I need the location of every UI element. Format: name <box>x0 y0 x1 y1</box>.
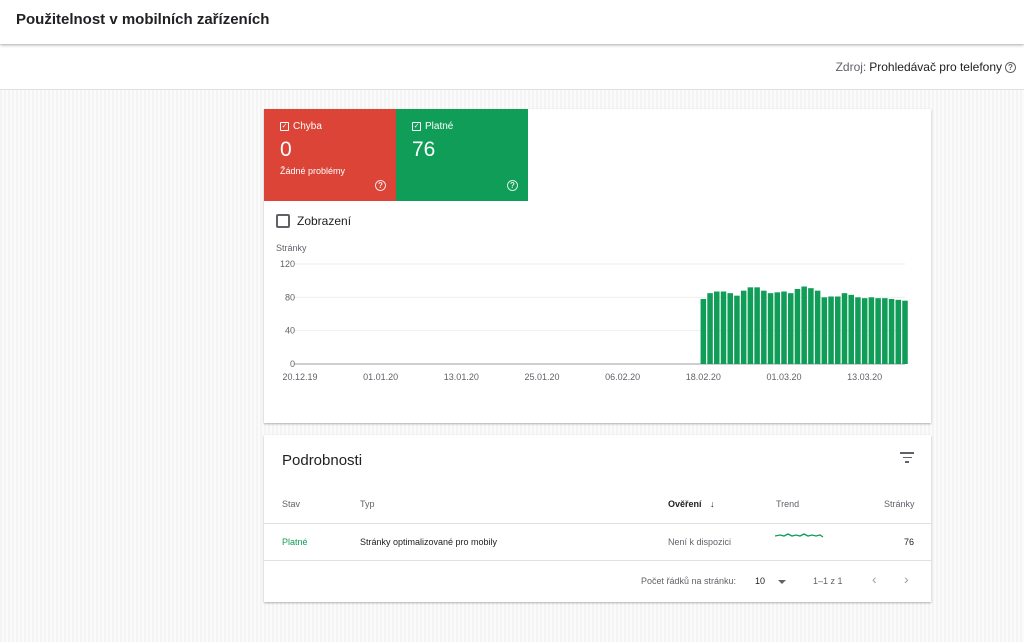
y-tick-label: 0 <box>290 359 295 369</box>
row-validation: Není k dispozici <box>668 537 732 547</box>
summary-card: ✓ Chyba 0 Žádné problémy ? ✓ Platné 76 ? Z… <box>264 109 931 423</box>
x-tick-label: 20.12.19 <box>282 372 317 382</box>
chart-bar <box>808 288 814 364</box>
details-title: Podrobnosti <box>282 452 363 469</box>
valid-label: Platné <box>425 121 454 132</box>
chart-bar <box>875 298 881 364</box>
valid-count: 76 <box>412 138 436 161</box>
chart-bar <box>841 293 848 364</box>
y-tick-label: 80 <box>285 292 295 302</box>
validation-header-label: Ověření <box>668 499 702 509</box>
chevron-right-icon[interactable]: › <box>904 571 909 587</box>
chart-bar <box>835 296 841 364</box>
page-title: Použitelnost v mobilních zařízeních <box>16 11 270 28</box>
divider <box>264 523 931 524</box>
source-label: Zdroj: <box>835 60 867 74</box>
chart-bar <box>814 290 821 364</box>
arrow-down-icon: ↓ <box>710 499 715 509</box>
impressions-label: Zobrazení <box>297 214 352 228</box>
chart-bar <box>855 297 861 364</box>
column-header-validation[interactable]: Ověření ↓ <box>668 499 715 509</box>
rows-per-page-value: 10 <box>755 576 766 586</box>
source-bar: Zdroj: Prohledávač pro telefony ? <box>0 44 1024 90</box>
impressions-toggle[interactable]: Zobrazení <box>276 214 351 228</box>
chart-bar <box>787 293 794 364</box>
error-count: 0 <box>280 138 292 161</box>
y-tick-label: 40 <box>285 326 295 336</box>
chart-bar <box>801 286 807 364</box>
chart-bar <box>707 293 713 364</box>
dropdown-caret-icon <box>777 579 786 584</box>
chart-bar <box>821 297 828 364</box>
pagination-range: 1–1 z 1 <box>813 576 843 586</box>
x-tick-label: 18.02.20 <box>686 372 721 382</box>
chart-bar <box>774 292 781 364</box>
filter-icon[interactable] <box>900 452 914 466</box>
valid-tile[interactable]: ✓ Platné 76 ? <box>396 109 528 201</box>
error-label: Chyba <box>293 121 322 132</box>
chevron-left-icon[interactable]: ‹ <box>872 571 877 587</box>
row-type: Stránky optimalizované pro mobily <box>360 537 498 547</box>
chart-bar <box>902 300 908 364</box>
column-header-trend[interactable]: Trend <box>776 499 799 509</box>
error-subtitle: Žádné problémy <box>280 166 346 176</box>
details-card: Podrobnosti Stav Typ Ověření ↓ Trend Str… <box>264 435 931 602</box>
checkbox-checked-icon: ✓ <box>412 122 421 131</box>
column-header-pages[interactable]: Stránky <box>884 499 915 509</box>
help-icon[interactable]: ? <box>1005 61 1016 73</box>
checkbox-checked-icon: ✓ <box>280 122 289 131</box>
chart-bar <box>861 298 868 364</box>
chart-bar <box>848 294 854 364</box>
chart-bar <box>740 290 747 364</box>
x-tick-label: 01.03.20 <box>766 372 801 382</box>
chart-bar <box>714 291 720 364</box>
chart-bar <box>761 290 767 364</box>
y-axis-label: Stránky <box>276 243 307 253</box>
row-pages: 76 <box>903 537 914 547</box>
x-tick-label: 13.01.20 <box>444 372 479 382</box>
chart-bar <box>747 287 754 364</box>
pages-chart: Stránky 0 40 80 120 20.12.19 01.01.20 13.01.20 2… <box>276 243 908 382</box>
help-icon[interactable]: ? <box>507 180 518 191</box>
column-header-status[interactable]: Stav <box>282 499 300 509</box>
x-tick-label: 25.01.20 <box>524 372 559 382</box>
x-tick-label: 01.01.20 <box>363 372 398 382</box>
source-selector[interactable]: Zdroj: Prohledávač pro telefony ? <box>836 60 1016 74</box>
chart-bar <box>781 291 787 364</box>
x-tick-label: 06.02.20 <box>605 372 640 382</box>
chart-bar <box>754 287 760 364</box>
chart-bar <box>794 289 801 364</box>
chart-bar <box>767 293 774 364</box>
chart-bar <box>734 295 740 364</box>
x-tick-label: 13.03.20 <box>847 372 882 382</box>
chart-bar <box>895 299 902 364</box>
chart-bar <box>700 299 707 364</box>
divider <box>264 560 931 561</box>
chart-bar <box>868 297 875 364</box>
source-value: Prohledávač pro telefony <box>869 60 1002 74</box>
trend-sparkline <box>775 533 824 538</box>
checkbox-unchecked-icon[interactable] <box>276 214 290 228</box>
row-status: Platné <box>282 537 308 547</box>
chart-bar <box>828 296 834 364</box>
chart-bar <box>727 293 733 364</box>
chart-bar <box>888 299 895 364</box>
top-bar: Použitelnost v mobilních zařízeních <box>0 0 1024 44</box>
column-header-type[interactable]: Typ <box>360 499 375 509</box>
rows-per-page-label: Počet řádků na stránku: <box>641 576 737 586</box>
chart-bar <box>720 291 727 364</box>
chart-bar <box>882 298 888 364</box>
error-tile[interactable]: ✓ Chyba 0 Žádné problémy ? <box>264 109 396 201</box>
help-icon[interactable]: ? <box>375 180 386 191</box>
rows-per-page-select[interactable]: 10 <box>755 576 786 586</box>
y-tick-label: 120 <box>280 259 295 269</box>
